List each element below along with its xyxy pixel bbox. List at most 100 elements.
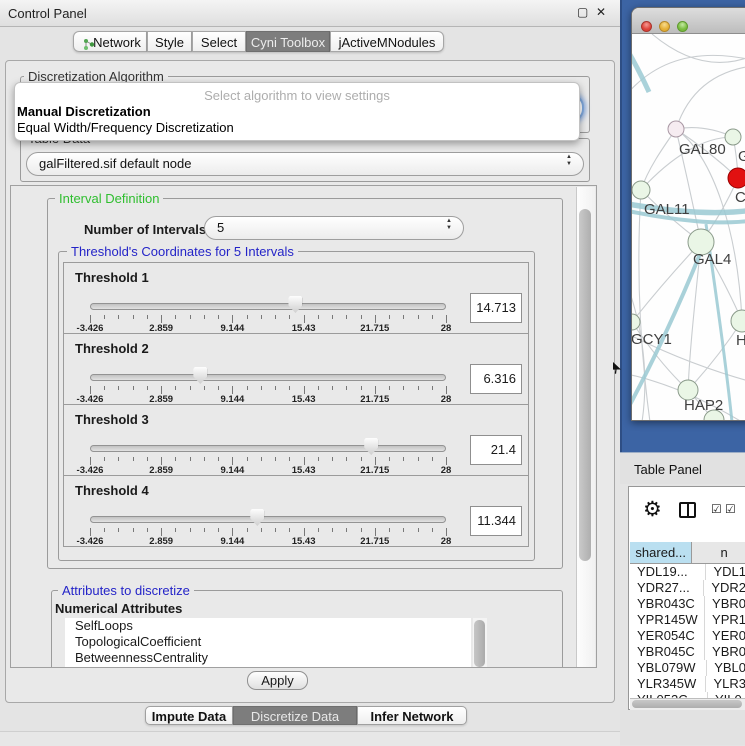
slider-tick [446, 386, 447, 394]
network-node-gal80[interactable] [668, 121, 684, 137]
control-panel-titlebar: Control Panel ▢ ✕ [0, 0, 620, 27]
tab-select-label: Select [201, 35, 237, 50]
table-row[interactable]: YDR27...YDR2 [630, 580, 745, 596]
apply-button[interactable]: Apply [247, 671, 308, 690]
slider-tick [432, 457, 433, 461]
slider-tick [289, 315, 290, 319]
tab-impute-data-label: Impute Data [152, 709, 226, 724]
threshold-value-field[interactable]: 21.4 [470, 435, 522, 465]
slider-track[interactable] [90, 374, 446, 381]
table-body: YDL19...YDL1YDR27...YDR2YBR043CYBR0YPR14… [630, 564, 745, 698]
table-data-combo[interactable]: galFiltered.sif default node ▲▼ [26, 152, 584, 176]
threshold-value-field[interactable]: 6.316 [470, 364, 522, 394]
cell-shared-name[interactable]: YBR043C [630, 596, 705, 612]
cell-name[interactable]: YBR0 [705, 596, 745, 612]
tab-cyni-toolbox[interactable]: Cyni Toolbox [246, 31, 330, 52]
column-header-name[interactable]: n [692, 542, 745, 564]
table-row[interactable]: YBR045CYBR0 [630, 644, 745, 660]
tab-impute-data[interactable]: Impute Data [145, 706, 233, 725]
interval-scrollbar[interactable] [576, 187, 595, 668]
slider-thumb[interactable] [193, 367, 207, 384]
close-traffic-light[interactable] [641, 21, 652, 32]
number-of-intervals-value: 5 [217, 220, 224, 235]
gear-icon[interactable]: ⚙ [643, 499, 662, 520]
network-node-gal11[interactable] [632, 181, 650, 199]
cell-name[interactable]: YBL0 [707, 660, 745, 676]
tab-style[interactable]: Style [147, 31, 192, 52]
tab-discretize-data[interactable]: Discretize Data [233, 706, 357, 725]
slider-tick [346, 457, 347, 461]
table-row[interactable]: YPR145WYPR1 [630, 612, 745, 628]
cell-shared-name[interactable]: YPR145W [630, 612, 705, 628]
cell-name[interactable]: YER0 [705, 628, 745, 644]
slider-thumb[interactable] [364, 438, 378, 455]
cell-name[interactable]: YDL1 [706, 564, 745, 580]
slider-tick [147, 315, 148, 319]
threshold-value-field[interactable]: 14.713 [470, 293, 522, 323]
network-node-ga[interactable] [725, 129, 741, 145]
cell-name[interactable]: YLR3 [706, 676, 745, 692]
table-row[interactable]: YBL079WYBL0 [630, 660, 745, 676]
network-window-titlebar[interactable] [632, 8, 745, 34]
slider-tick [418, 528, 419, 532]
attribute-list-item[interactable]: SelfLoops [65, 618, 471, 634]
cell-shared-name[interactable]: YBL079W [630, 660, 707, 676]
tab-network[interactable]: Network [73, 31, 147, 52]
slider-track[interactable] [90, 445, 446, 452]
table-horizontal-scrollbar[interactable] [630, 698, 745, 710]
network-canvas[interactable]: GAL80GACGAL11GAL4GCY1HHAP2 [632, 34, 745, 421]
threshold-stack: Threshold 1-3.4262.8599.14415.4321.71528… [63, 262, 529, 547]
cell-shared-name[interactable]: YDL19... [630, 564, 706, 580]
network-node-c[interactable] [728, 168, 745, 188]
threshold-value-field[interactable]: 11.344 [470, 506, 522, 536]
algorithm-option-equal-width[interactable]: Equal Width/Frequency Discretization [17, 120, 234, 135]
table-hscroll-thumb[interactable] [632, 700, 742, 708]
table-row[interactable]: YER054CYER0 [630, 628, 745, 644]
slider-track[interactable] [90, 516, 446, 523]
column-header-shared[interactable]: shared... [630, 542, 692, 564]
node-label-hap2: HAP2 [684, 397, 723, 414]
interval-scrollbar-thumb[interactable] [579, 209, 591, 561]
cell-shared-name[interactable]: YLR345W [630, 676, 706, 692]
number-of-intervals-combo[interactable]: 5 ▲▼ [204, 216, 464, 240]
attribute-list-item[interactable]: TopologicalCoefficient [65, 634, 471, 650]
cell-name[interactable]: YBR0 [705, 644, 745, 660]
network-view-window[interactable]: GAL80GACGAL11GAL4GCY1HHAP2 [631, 7, 745, 421]
slider-tick [389, 386, 390, 390]
cell-name[interactable]: YDR2 [704, 580, 745, 596]
close-window-icon[interactable]: ✕ [596, 5, 606, 19]
slider-thumb[interactable] [288, 296, 302, 313]
slider-tick-label: 21.715 [350, 536, 400, 547]
cell-shared-name[interactable]: YER054C [630, 628, 705, 644]
cell-shared-name[interactable]: YDR27... [630, 580, 704, 596]
slider-tick [232, 528, 233, 536]
checkbox-icon[interactable]: ☑ [711, 503, 722, 515]
zoom-traffic-light[interactable] [677, 21, 688, 32]
attributes-list-scrollbar[interactable] [473, 618, 487, 668]
attribute-list-item[interactable]: BetweennessCentrality [65, 650, 471, 666]
threshold-panel-1: Threshold 1-3.4262.8599.14415.4321.71528… [63, 262, 529, 334]
slider-track[interactable] [90, 303, 446, 310]
cell-name[interactable]: YPR1 [705, 612, 745, 628]
slider-tick [418, 315, 419, 319]
column-layout-icon[interactable] [679, 502, 696, 518]
cell-shared-name[interactable]: YBR045C [630, 644, 705, 660]
table-row[interactable]: YBR043CYBR0 [630, 596, 745, 612]
numerical-attributes-list[interactable]: SelfLoopsTopologicalCoefficientBetweenne… [65, 618, 471, 668]
slider-thumb[interactable] [250, 509, 264, 526]
minimize-traffic-light[interactable] [659, 21, 670, 32]
slider-tick [204, 386, 205, 390]
network-node-h[interactable] [731, 310, 745, 332]
tab-infer-network[interactable]: Infer Network [357, 706, 467, 725]
tab-select[interactable]: Select [192, 31, 246, 52]
table-row[interactable]: YDL19...YDL1 [630, 564, 745, 580]
slider-tick [147, 386, 148, 390]
slider-tick [346, 315, 347, 319]
slider-tick [161, 528, 162, 536]
float-window-icon[interactable]: ▢ [577, 5, 588, 19]
slider-tick [346, 386, 347, 390]
checkbox-icon[interactable]: ☑ [725, 503, 736, 515]
table-row[interactable]: YLR345WYLR3 [630, 676, 745, 692]
algorithm-option-manual[interactable]: Manual Discretization [17, 104, 151, 119]
tab-jactivemnodules[interactable]: jActiveMNodules [330, 31, 444, 52]
